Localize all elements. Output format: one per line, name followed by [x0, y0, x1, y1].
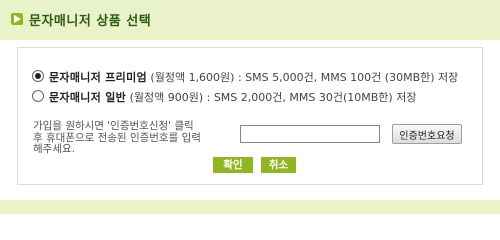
auth-guide-line: 해주세요.	[33, 143, 75, 155]
option-premium-name: 문자매니저 프리미엄	[49, 71, 147, 84]
page-title: 문자매니저 상품 선택	[29, 14, 152, 29]
radio-standard[interactable]	[32, 90, 44, 102]
bottom-bar	[0, 200, 500, 214]
auth-code-input[interactable]	[240, 125, 380, 143]
option-standard-name: 문자매니저 일반	[49, 91, 127, 104]
request-auth-code-button[interactable]: 인증번호요청	[392, 124, 462, 144]
radio-premium[interactable]	[32, 70, 44, 82]
option-premium-desc: (월정액 1,600원) : SMS 5,000건, MMS 100건 (30M…	[146, 71, 459, 84]
arrow-right-icon	[11, 13, 23, 25]
cancel-button[interactable]: 취소	[261, 157, 296, 173]
option-premium[interactable]: 문자매니저 프리미엄 (월정액 1,600원) : SMS 5,000건, MM…	[32, 69, 458, 85]
title-bar: 문자매니저 상품 선택	[0, 0, 500, 40]
option-standard[interactable]: 문자매니저 일반 (월정액 900원) : SMS 2,000건, MMS 30…	[32, 89, 416, 105]
option-standard-desc: (월정액 900원) : SMS 2,000건, MMS 30건(10MB한) …	[126, 91, 417, 104]
auth-guide-line: 가입을 원하시면 '인증번호신청' 클릭	[33, 120, 194, 132]
confirm-button[interactable]: 확인	[213, 157, 253, 173]
auth-guide-text: 가입을 원하시면 '인증번호신청' 클릭 후 휴대폰으로 전송된 인증번호를 입…	[33, 120, 233, 156]
